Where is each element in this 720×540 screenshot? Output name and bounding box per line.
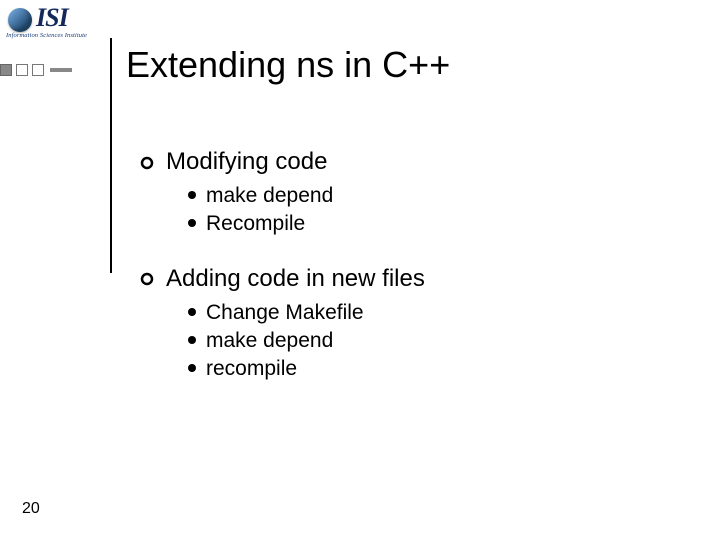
dot-bullet-icon — [188, 364, 196, 372]
bullet-item: recompile — [188, 355, 425, 383]
decorative-squares — [0, 64, 72, 76]
bullet-item: make depend — [188, 182, 425, 210]
dot-bullet-icon — [188, 191, 196, 199]
logo-text: ISI — [36, 3, 68, 33]
bullet-text: make depend — [206, 329, 333, 352]
section-heading-text: Modifying code — [166, 148, 327, 175]
vertical-rule — [110, 38, 112, 273]
slide-body: Modifying code make depend Recompile Add… — [140, 148, 425, 384]
logo-globe-icon — [6, 6, 34, 34]
dot-bullet-icon — [188, 219, 196, 227]
section-heading: Adding code in new files — [140, 265, 425, 293]
bullet-text: recompile — [206, 357, 297, 380]
bullet-item: Recompile — [188, 210, 425, 238]
section-heading-text: Adding code in new files — [166, 265, 425, 292]
dot-bullet-icon — [188, 308, 196, 316]
bullet-item: Change Makefile — [188, 299, 425, 327]
section-heading: Modifying code — [140, 148, 425, 176]
ring-bullet-icon — [140, 272, 154, 286]
bullet-text: make depend — [206, 184, 333, 207]
slide-title: Extending ns in C++ — [126, 44, 450, 86]
bullet-text: Recompile — [206, 212, 305, 235]
page-number: 20 — [22, 500, 40, 518]
bullet-item: make depend — [188, 327, 425, 355]
isi-logo: ISI Information Sciences Institute — [6, 6, 98, 39]
bullet-text: Change Makefile — [206, 301, 364, 324]
dot-bullet-icon — [188, 336, 196, 344]
ring-bullet-icon — [140, 156, 154, 170]
